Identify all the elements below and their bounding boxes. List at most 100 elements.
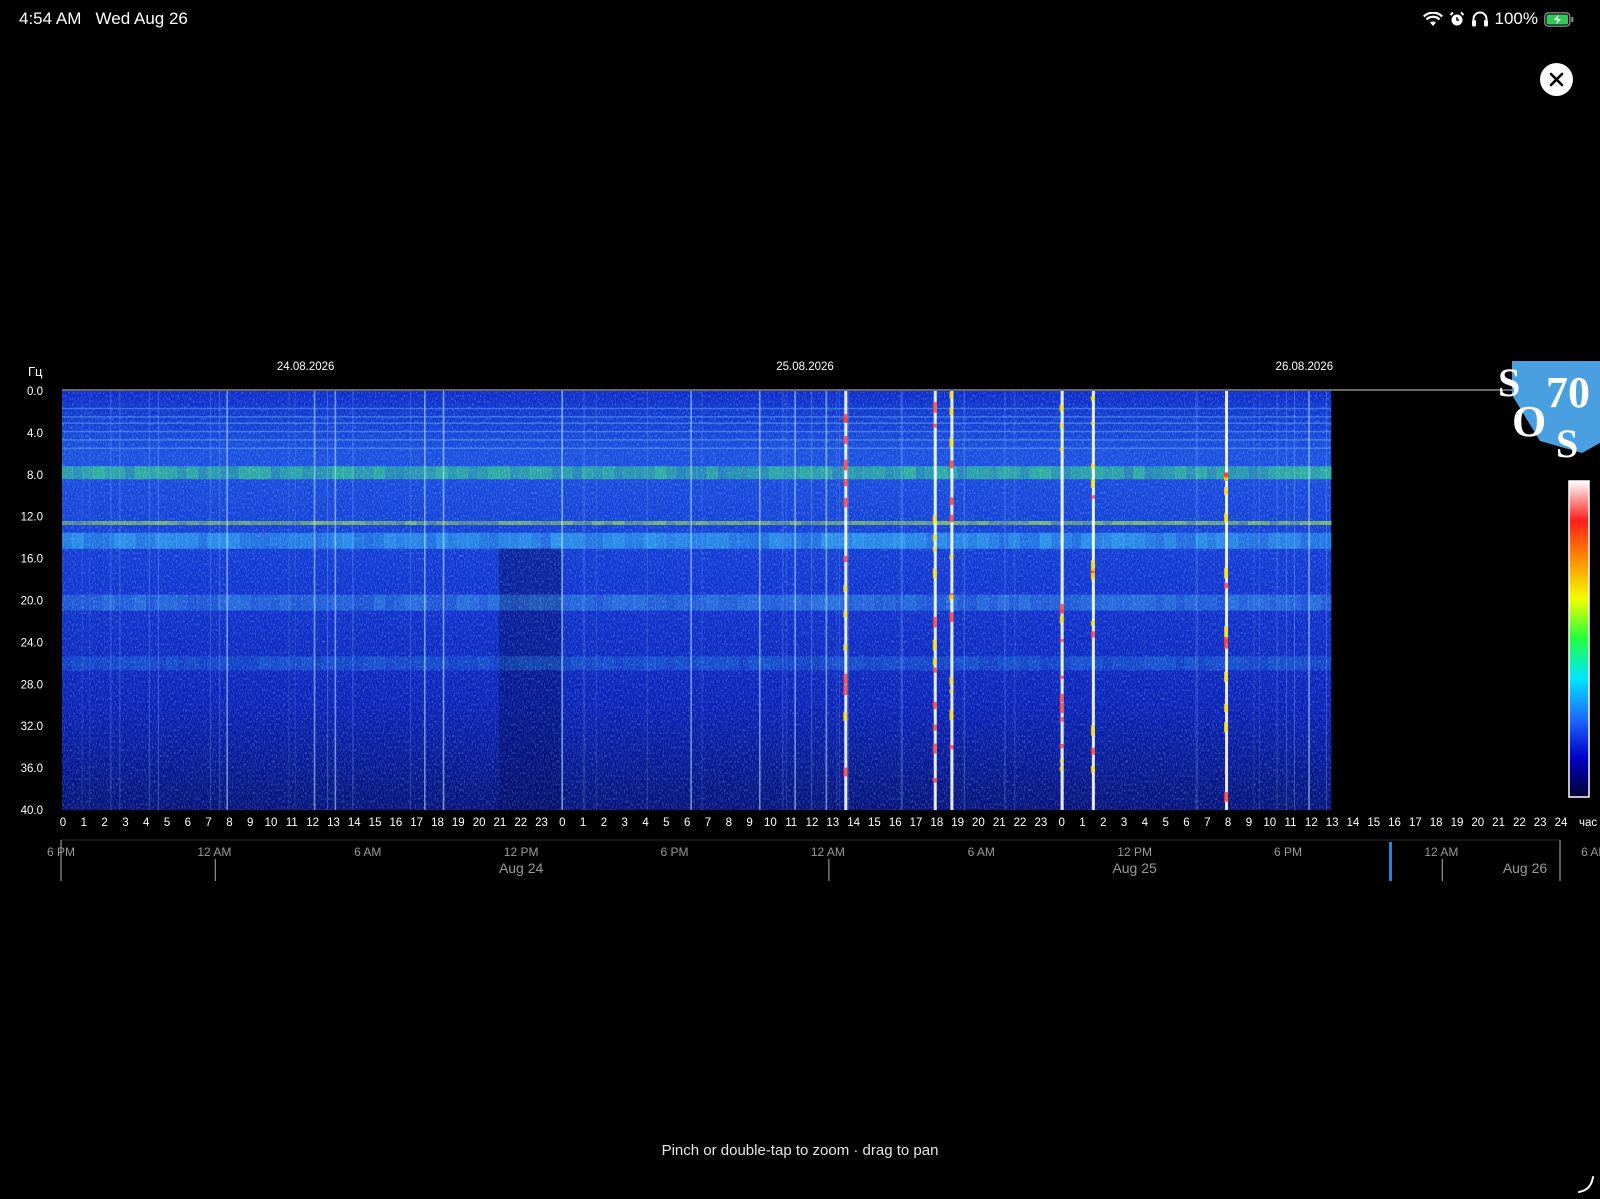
faint-spike xyxy=(327,391,329,810)
spike-hotspot xyxy=(932,639,937,651)
hour-tick-label: 18 xyxy=(431,817,444,829)
hour-tick-label: 21 xyxy=(1492,817,1505,829)
hour-tick-label: 18 xyxy=(1430,817,1443,829)
faint-spike xyxy=(584,391,586,810)
spike-hotspot xyxy=(1090,747,1095,755)
spike-hotspot xyxy=(1090,560,1095,571)
hour-tick-label: 9 xyxy=(746,817,752,829)
hour-tick-label: 8 xyxy=(1225,817,1231,829)
spike-hotspot xyxy=(949,594,954,601)
interference-spike xyxy=(825,391,828,810)
schumann-spectrogram[interactable]: Гц 0.0 4.0 8.0 12.0 16.0 20.0 24.0 28.0 32.0 36.0 4… xyxy=(0,355,1600,895)
spike-hotspot xyxy=(843,435,848,445)
y-tick-label: 20.0 xyxy=(21,596,43,608)
logo-letter: S xyxy=(1556,421,1578,466)
faint-spike xyxy=(836,391,838,810)
faint-spike xyxy=(782,391,784,810)
faint-spike xyxy=(963,391,965,810)
spike-hotspot xyxy=(843,673,848,684)
hour-tick-label: 15 xyxy=(868,817,881,829)
y-tick-label: 4.0 xyxy=(27,428,43,440)
hour-tick-label: 17 xyxy=(1409,817,1422,829)
faint-spike xyxy=(157,391,159,810)
status-time: 4:54 AM Wed Aug 26 xyxy=(19,9,188,29)
alarm-icon xyxy=(1449,11,1464,26)
hour-tick-label: 6 xyxy=(185,817,191,829)
hour-tick-label: 7 xyxy=(1204,817,1210,829)
y-tick-label: 32.0 xyxy=(21,721,43,733)
spike-hotspot xyxy=(932,701,937,710)
faint-spike xyxy=(1276,391,1278,810)
hour-tick-label: 20 xyxy=(972,817,985,829)
hour-tick-label: 8 xyxy=(226,817,232,829)
spike-hotspot xyxy=(1090,765,1095,773)
spike-hotspot xyxy=(932,667,937,673)
hour-tick-label: 6 xyxy=(684,817,690,829)
spike-hotspot xyxy=(932,402,937,413)
local-time-tick: 12 AM xyxy=(1424,845,1458,859)
spike-hotspot xyxy=(949,497,954,506)
hour-tick-label: 10 xyxy=(265,817,278,829)
spike-hotspot xyxy=(949,612,954,623)
clock-date: Wed Aug 26 xyxy=(95,9,188,28)
local-time-tick: 6 AM xyxy=(354,845,381,859)
spike-hotspot xyxy=(1090,620,1095,626)
spike-hotspot xyxy=(843,767,848,777)
faint-spike xyxy=(110,391,112,810)
hour-tick-label: 12 xyxy=(1305,817,1318,829)
y-tick-label: 28.0 xyxy=(21,679,43,691)
faint-spike xyxy=(1195,391,1197,810)
faint-spike xyxy=(562,391,564,810)
local-time-tick: 12 AM xyxy=(197,845,231,859)
hour-tick-label: 21 xyxy=(993,817,1006,829)
hour-tick-label: 11 xyxy=(785,817,797,829)
current-time-cursor[interactable] xyxy=(1389,842,1392,881)
clock-time: 4:54 AM xyxy=(19,9,82,28)
wifi-icon xyxy=(1422,11,1443,26)
interference-spike xyxy=(758,391,761,810)
hour-tick-label: 14 xyxy=(348,817,361,829)
hour-tick-label: 1 xyxy=(580,817,586,829)
interference-spike xyxy=(334,391,337,810)
hour-tick-label: 11 xyxy=(286,817,298,829)
spike-hotspot xyxy=(1224,703,1229,713)
hour-tick-label: 3 xyxy=(122,817,128,829)
spike-hotspot xyxy=(932,423,937,428)
spike-hotspot xyxy=(1224,473,1229,478)
spike-hotspot xyxy=(949,689,954,693)
faint-spike xyxy=(582,391,584,810)
faint-spike xyxy=(901,391,903,810)
faint-spike xyxy=(219,391,221,810)
spike-hotspot xyxy=(1090,421,1095,425)
hour-tick-label: 2 xyxy=(601,817,607,829)
date-label: 26.08.2026 xyxy=(1276,361,1334,373)
hour-tick-label: 3 xyxy=(622,817,628,829)
faint-spike xyxy=(646,391,648,810)
spike-hotspot xyxy=(1090,463,1095,469)
faint-spike xyxy=(786,391,788,810)
spike-hotspot xyxy=(949,514,954,523)
spectrogram-viewer[interactable]: Гц 0.0 4.0 8.0 12.0 16.0 20.0 24.0 28.0 32.0 36.0 4… xyxy=(0,355,1600,895)
hour-tick-label: 5 xyxy=(1162,817,1168,829)
faint-spike xyxy=(595,391,597,810)
faint-spike xyxy=(442,391,444,810)
faint-spike xyxy=(811,391,813,810)
resize-handle-icon[interactable] xyxy=(1576,1174,1596,1194)
spike-hotspot xyxy=(949,709,954,721)
faint-spike xyxy=(1059,391,1061,810)
spike-hotspot xyxy=(1224,582,1229,589)
spike-hotspot xyxy=(1224,567,1229,579)
faint-spike xyxy=(1253,391,1255,810)
faint-spike xyxy=(701,391,703,810)
hour-tick-label: 13 xyxy=(1326,817,1339,829)
close-button[interactable] xyxy=(1540,63,1573,96)
day-label: Aug 26 xyxy=(1503,860,1548,876)
hour-tick-label: 4 xyxy=(1142,817,1149,829)
logo-letter: O xyxy=(1512,397,1546,446)
spike-hotspot xyxy=(932,724,937,731)
spike-hotspot xyxy=(932,743,937,754)
faint-spike xyxy=(119,391,121,810)
hour-tick-label: 12 xyxy=(806,817,819,829)
faint-spike xyxy=(89,391,91,810)
interference-spike xyxy=(794,391,796,810)
